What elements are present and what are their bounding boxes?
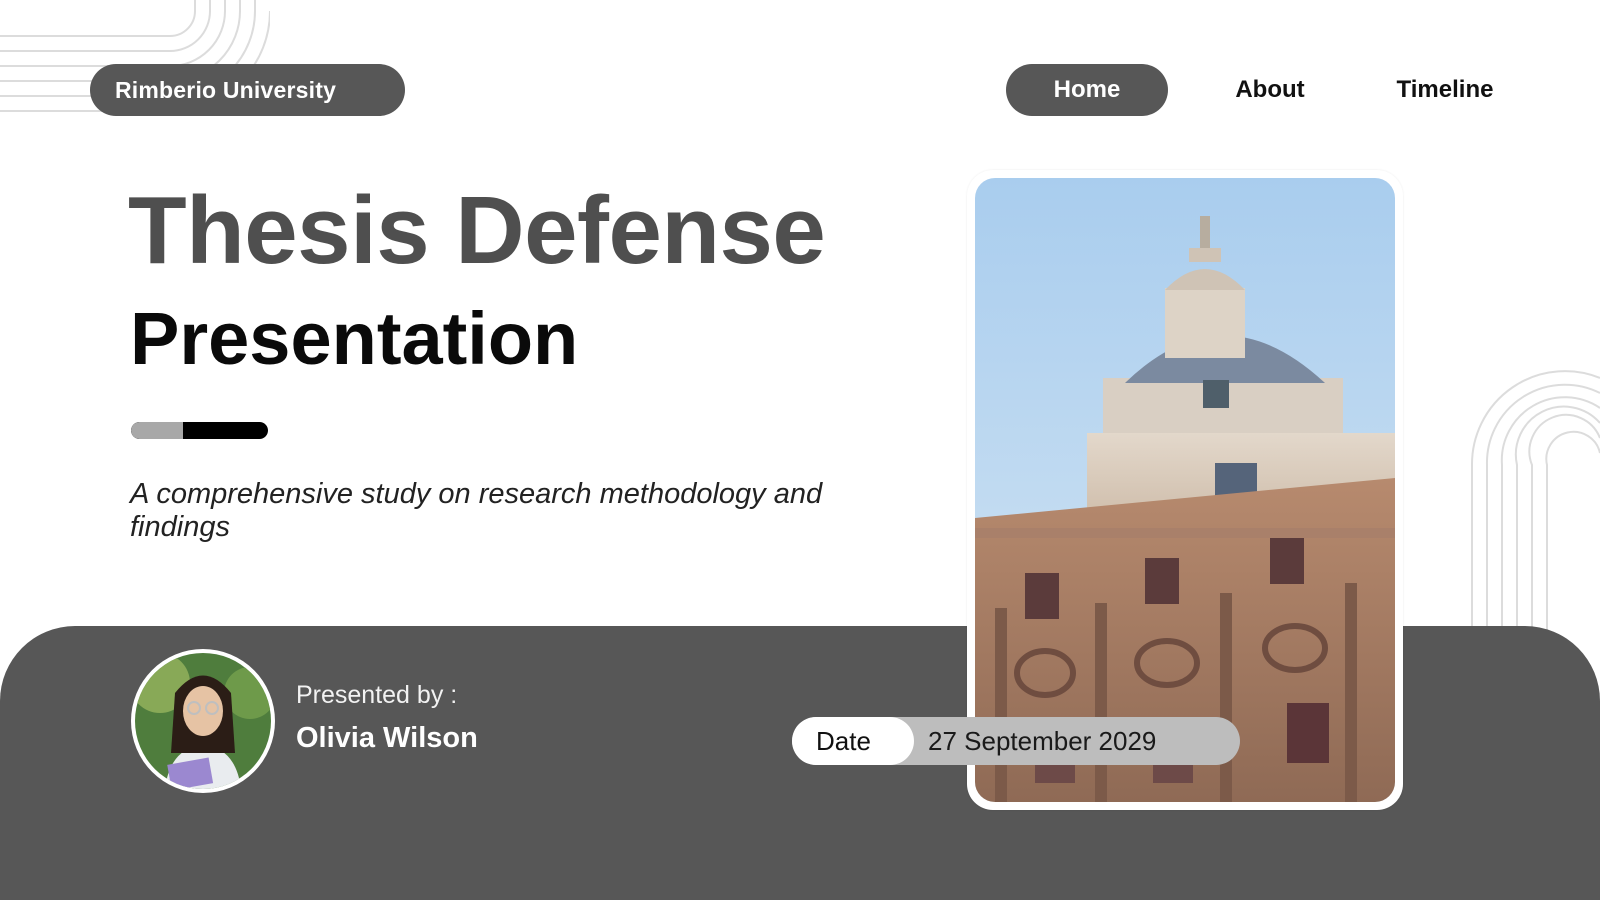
presenter-name: Olivia Wilson [296, 722, 478, 754]
decorative-arches-right [1470, 370, 1600, 640]
presenter-photo [135, 653, 271, 789]
date-value: 27 September 2029 [928, 725, 1157, 756]
university-building-photo [975, 178, 1395, 802]
nav-timeline-label: Timeline [1396, 76, 1494, 103]
presented-by-label: Presented by : [296, 681, 458, 709]
nav-about-label: About [1235, 76, 1305, 103]
date-label-text: Date [816, 725, 871, 756]
accent-divider [131, 422, 268, 439]
description-text: A comprehensive study on research method… [130, 478, 823, 544]
presenter-avatar [131, 649, 275, 793]
hero-photo-frame [967, 170, 1403, 810]
date-pill: Date 27 September 2029 [792, 717, 1240, 765]
nav-about[interactable]: About [1200, 64, 1340, 116]
accent-divider-fill [131, 422, 183, 439]
page-subtitle: Presentation [130, 297, 579, 380]
university-name: Rimberio University [115, 76, 337, 103]
page-title: Thesis Defense [128, 177, 826, 284]
nav-home-label: Home [1053, 76, 1121, 103]
date-label: Date [792, 717, 914, 765]
nav-timeline[interactable]: Timeline [1375, 64, 1515, 116]
university-badge: Rimberio University [90, 64, 405, 116]
nav-home[interactable]: Home [1006, 64, 1168, 116]
